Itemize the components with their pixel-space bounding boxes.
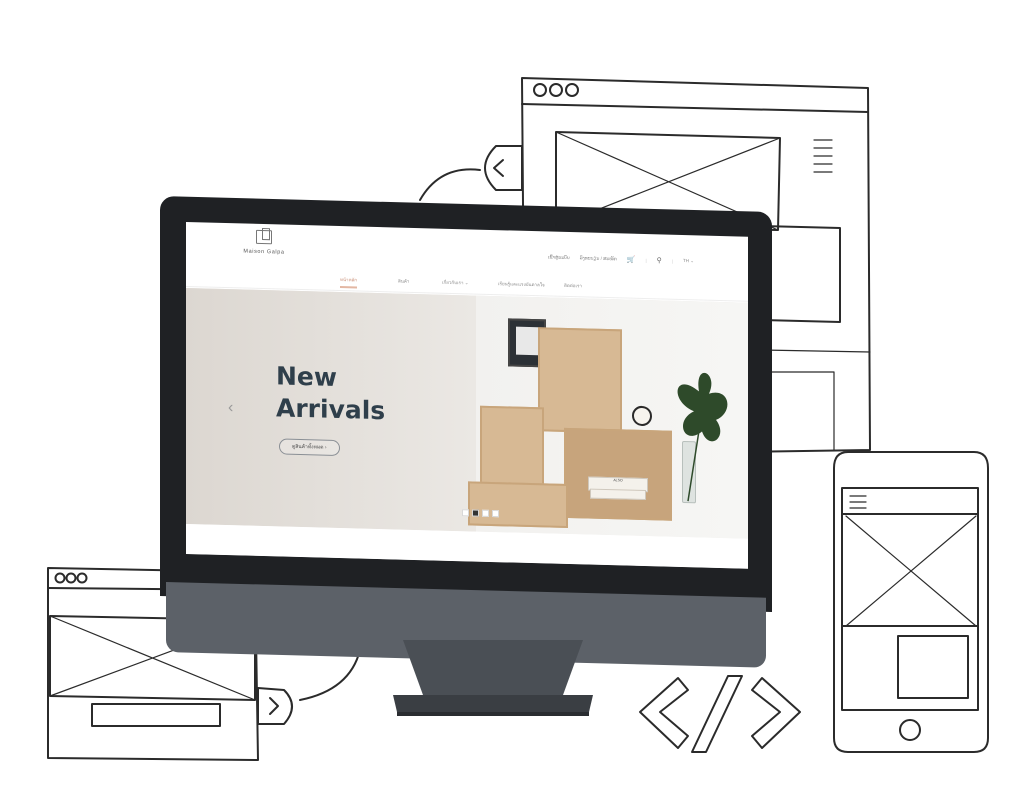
nav-item-inspiration[interactable]: เรียนรู้และแรงบันดาลใจ bbox=[498, 280, 545, 288]
utility-links: ເຂົ້າສູ່ລະບົບ ລົງທະບຽນ / ສະໝັກ 🛒 | ⚲ | T… bbox=[548, 253, 694, 265]
logo-mark-icon bbox=[256, 229, 272, 245]
code-left-bracket bbox=[639, 677, 689, 749]
carousel-prev-icon[interactable]: ‹ bbox=[228, 399, 233, 417]
carousel-dots bbox=[462, 509, 499, 518]
plant-leaves bbox=[677, 372, 728, 502]
login-link[interactable]: ເຂົ້າສູ່ລະບົບ bbox=[548, 254, 570, 261]
nav-item-home[interactable]: หน้าหลัก bbox=[340, 276, 358, 289]
site-logo[interactable]: Maison Galpa bbox=[234, 229, 294, 256]
nav-about-label: เกี่ยวกับเรา bbox=[442, 279, 464, 286]
books-stack bbox=[590, 488, 646, 501]
alarm-clock bbox=[632, 405, 652, 427]
books-label: ALSO bbox=[613, 478, 623, 483]
nav-item-contact[interactable]: ติดต่อเรา bbox=[564, 282, 582, 289]
carousel-dot-active[interactable] bbox=[472, 509, 479, 517]
nav-item-products[interactable]: สินค้า bbox=[398, 278, 409, 285]
chevron-right-icon: › bbox=[324, 444, 327, 451]
code-slash bbox=[691, 675, 743, 753]
language-select[interactable]: TH ⌄ bbox=[683, 258, 694, 264]
hero-banner: ALSO New Arrivals ดูสินค้าทั้งหมด › ‹ bbox=[186, 288, 748, 539]
hero-title: New Arrivals bbox=[276, 361, 386, 426]
monitor-stand bbox=[393, 640, 593, 716]
frame-picture bbox=[516, 326, 538, 356]
view-all-button[interactable]: ดูสินค้าทั้งหมด › bbox=[279, 438, 340, 457]
carousel-dot[interactable] bbox=[492, 510, 499, 518]
util-divider: | bbox=[671, 258, 673, 264]
register-link[interactable]: ລົງທະບຽນ / ສະໝັກ bbox=[580, 255, 617, 262]
sketch-phone bbox=[833, 451, 989, 753]
chevron-down-icon: ⌄ bbox=[464, 280, 469, 286]
cart-icon[interactable]: 🛒 bbox=[627, 256, 636, 264]
furniture-cube-left bbox=[480, 405, 544, 486]
nav-item-about[interactable]: เกี่ยวกับเรา ⌄ bbox=[442, 279, 469, 287]
furniture-drawer bbox=[468, 481, 568, 529]
website-screen: Maison Galpa ເຂົ້າສູ່ລະບົບ ລົງທະບຽນ / ສະ… bbox=[186, 222, 748, 569]
language-label: TH bbox=[682, 258, 689, 264]
furniture-open-shelf bbox=[564, 427, 672, 521]
carousel-dot[interactable] bbox=[462, 509, 469, 517]
brand-name: Maison Galpa bbox=[243, 248, 285, 256]
view-all-label: ดูสินค้าทั้งหมด bbox=[292, 443, 324, 451]
search-icon[interactable]: ⚲ bbox=[657, 256, 662, 264]
code-right-bracket bbox=[751, 677, 801, 749]
furniture-cube-top bbox=[538, 327, 622, 434]
util-divider: | bbox=[645, 257, 647, 263]
chevron-down-icon: ⌄ bbox=[690, 258, 694, 264]
carousel-dot[interactable] bbox=[482, 509, 489, 517]
